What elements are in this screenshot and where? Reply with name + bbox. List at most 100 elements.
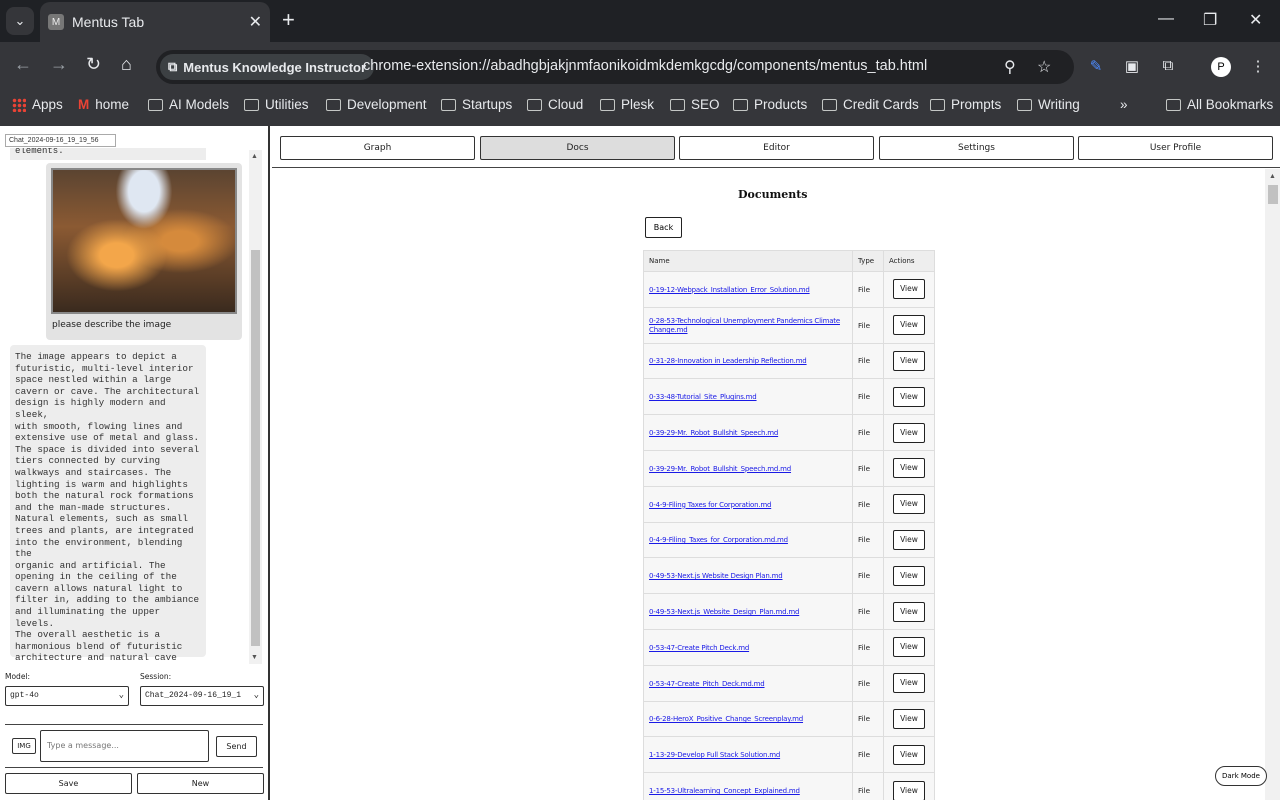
uploaded-image[interactable] [51, 168, 237, 314]
restore-icon[interactable]: ❐ [1203, 10, 1217, 30]
reload-icon[interactable]: ↻ [86, 54, 101, 75]
back-button[interactable]: Back [645, 217, 682, 238]
doc-link[interactable]: 0-39-29-Mr._Robot_Bullshit_Speech.md.md [649, 465, 791, 473]
tab-editor[interactable]: Editor [679, 136, 874, 160]
view-button[interactable]: View [893, 315, 925, 336]
doc-link[interactable]: 0-19-12-Webpack_Installation_Error_Solut… [649, 286, 810, 294]
view-button[interactable]: View [893, 637, 925, 658]
minimize-icon[interactable]: — [1158, 10, 1174, 28]
tab-close-icon[interactable]: ✕ [249, 12, 262, 32]
doc-link[interactable]: 0-4-9-Filing_Taxes_for_Corporation.md.md [649, 536, 788, 544]
bookmark-ai-models[interactable]: AI Models [148, 97, 229, 112]
url-text: chrome-extension://abadhgbjakjnmfaonikoi… [363, 58, 928, 74]
view-button[interactable]: View [893, 386, 925, 407]
site-info-chip[interactable]: ⧉ Mentus Knowledge Instructor [160, 54, 375, 80]
content-scrollbar[interactable]: ▲ [1265, 169, 1280, 800]
bookmark-startups[interactable]: Startups [441, 97, 512, 112]
site-chip-label: Mentus Knowledge Instructor [183, 59, 367, 75]
table-row: 0-53-47-Create_Pitch_Deck.md.md File View [643, 664, 935, 702]
bookmark-seo[interactable]: SEO [670, 97, 720, 112]
scroll-down-icon[interactable]: ▼ [251, 654, 258, 661]
view-button[interactable]: View [893, 601, 925, 622]
view-button[interactable]: View [893, 494, 925, 515]
table-row: 0-53-47-Create Pitch Deck.md File View [643, 628, 935, 666]
doc-link[interactable]: 0-28-53-Technological Unemployment Pande… [649, 317, 840, 334]
chat-history[interactable]: elements. please describe the image The … [0, 148, 262, 662]
tab-settings[interactable]: Settings [879, 136, 1074, 160]
address-bar[interactable]: ⧉ Mentus Knowledge Instructor chrome-ext… [156, 50, 1074, 84]
all-bookmarks[interactable]: All Bookmarks [1166, 97, 1273, 112]
doc-actions-cell: View [883, 521, 935, 559]
profile-avatar[interactable]: P [1211, 57, 1231, 77]
send-button[interactable]: Send [216, 736, 257, 757]
back-arrow-icon[interactable]: ← [14, 54, 32, 75]
bookmark-cloud[interactable]: Cloud [527, 97, 583, 112]
doc-name-cell: 0-39-29-Mr._Robot_Bullshit_Speech.md.md [643, 449, 853, 487]
bookmark-utilities[interactable]: Utilities [244, 97, 309, 112]
bookmark-apps[interactable]: Apps [12, 97, 63, 112]
message-input[interactable]: Type a message... [40, 730, 209, 762]
bookmark-writing[interactable]: Writing [1017, 97, 1080, 112]
save-button[interactable]: Save [5, 773, 132, 794]
scrollbar-thumb[interactable] [251, 250, 260, 646]
doc-link[interactable]: 0-53-47-Create Pitch Deck.md [649, 644, 749, 652]
doc-type-cell: File [852, 772, 884, 800]
image-upload-button[interactable]: IMG [12, 738, 36, 754]
view-button[interactable]: View [893, 422, 925, 443]
doc-link[interactable]: 0-39-29-Mr._Robot_Bullshit_Speech.md [649, 429, 778, 437]
main-panel: Graph Docs Editor Settings User Profile … [272, 126, 1280, 800]
bookmark-products[interactable]: Products [733, 97, 807, 112]
browser-tab[interactable]: M Mentus Tab ✕ [40, 2, 270, 42]
view-button[interactable]: View [893, 673, 925, 694]
scroll-up-icon[interactable]: ▲ [1269, 173, 1276, 180]
tab-search-button[interactable]: ⌄ [6, 7, 34, 35]
bookmark-home[interactable]: Mhome [78, 97, 129, 112]
new-chat-button[interactable]: New [137, 773, 264, 794]
window-close-icon[interactable]: ✕ [1249, 10, 1262, 30]
table-row: 0-49-53-Next.js Website Design Plan.md Fi… [643, 557, 935, 595]
home-icon[interactable]: ⌂ [121, 54, 132, 75]
tab-user-profile[interactable]: User Profile [1078, 136, 1273, 160]
doc-link[interactable]: 0-4-9-Filing Taxes for Corporation.md [649, 501, 771, 509]
view-button[interactable]: View [893, 350, 925, 371]
scrollbar-thumb[interactable] [1268, 185, 1278, 204]
tab-graph[interactable]: Graph [280, 136, 475, 160]
doc-name-cell: 0-31-28-Innovation in Leadership Reflect… [643, 342, 853, 380]
doc-link[interactable]: 0-49-53-Next.js_Website_Design_Plan.md.m… [649, 608, 799, 616]
extension-pen-icon[interactable]: ✎ [1086, 57, 1106, 77]
bookmark-plesk[interactable]: Plesk [600, 97, 654, 112]
browser-menu-icon[interactable]: ⋮ [1248, 57, 1268, 77]
bookmark-star-icon[interactable]: ☆ [1037, 57, 1051, 77]
doc-link[interactable]: 0-53-47-Create_Pitch_Deck.md.md [649, 680, 765, 688]
view-button[interactable]: View [893, 744, 925, 765]
view-button[interactable]: View [893, 279, 925, 300]
bookmark-development[interactable]: Development [326, 97, 427, 112]
doc-name-cell: 0-49-53-Next.js_Website_Design_Plan.md.m… [643, 593, 853, 630]
tab-docs[interactable]: Docs [480, 136, 675, 160]
new-tab-icon[interactable]: + [282, 9, 295, 31]
view-button[interactable]: View [893, 529, 925, 550]
scroll-up-icon[interactable]: ▲ [251, 153, 258, 160]
doc-link[interactable]: 0-31-28-Innovation in Leadership Reflect… [649, 357, 807, 365]
doc-link[interactable]: 0-49-53-Next.js Website Design Plan.md [649, 572, 783, 580]
doc-link[interactable]: 1-13-29-Develop Full Stack Solution.md [649, 751, 780, 759]
doc-link[interactable]: 0-33-48-Tutorial_Site_Plugins.md [649, 393, 757, 401]
forward-arrow-icon[interactable]: → [50, 54, 68, 75]
chat-scrollbar[interactable]: ▲ ▼ [249, 150, 262, 664]
model-select[interactable]: gpt-4o ⌄ [5, 686, 129, 706]
dark-mode-toggle[interactable]: Dark Mode [1215, 766, 1267, 786]
view-button[interactable]: View [893, 458, 925, 479]
view-button[interactable]: View [893, 708, 925, 729]
bookmark-prompts[interactable]: Prompts [930, 97, 1001, 112]
extensions-puzzle-icon[interactable]: ⧉ [1158, 57, 1178, 77]
session-select[interactable]: Chat_2024-09-16_19_1 ⌄ [140, 686, 264, 706]
view-button[interactable]: View [893, 565, 925, 586]
doc-link[interactable]: 1-15-53-Ultralearning_Concept_Explained.… [649, 787, 800, 795]
view-button[interactable]: View [893, 780, 925, 800]
more-bookmarks-icon[interactable]: » [1120, 97, 1128, 112]
doc-link[interactable]: 0-6-28-HeroX_Positive_Change_Screenplay.… [649, 715, 803, 723]
gmail-icon: M [78, 97, 90, 112]
zoom-icon[interactable]: ⚲ [1004, 57, 1016, 77]
extension-image-icon[interactable]: ▣ [1122, 57, 1142, 77]
bookmark-credit-cards[interactable]: Credit Cards [822, 97, 919, 112]
